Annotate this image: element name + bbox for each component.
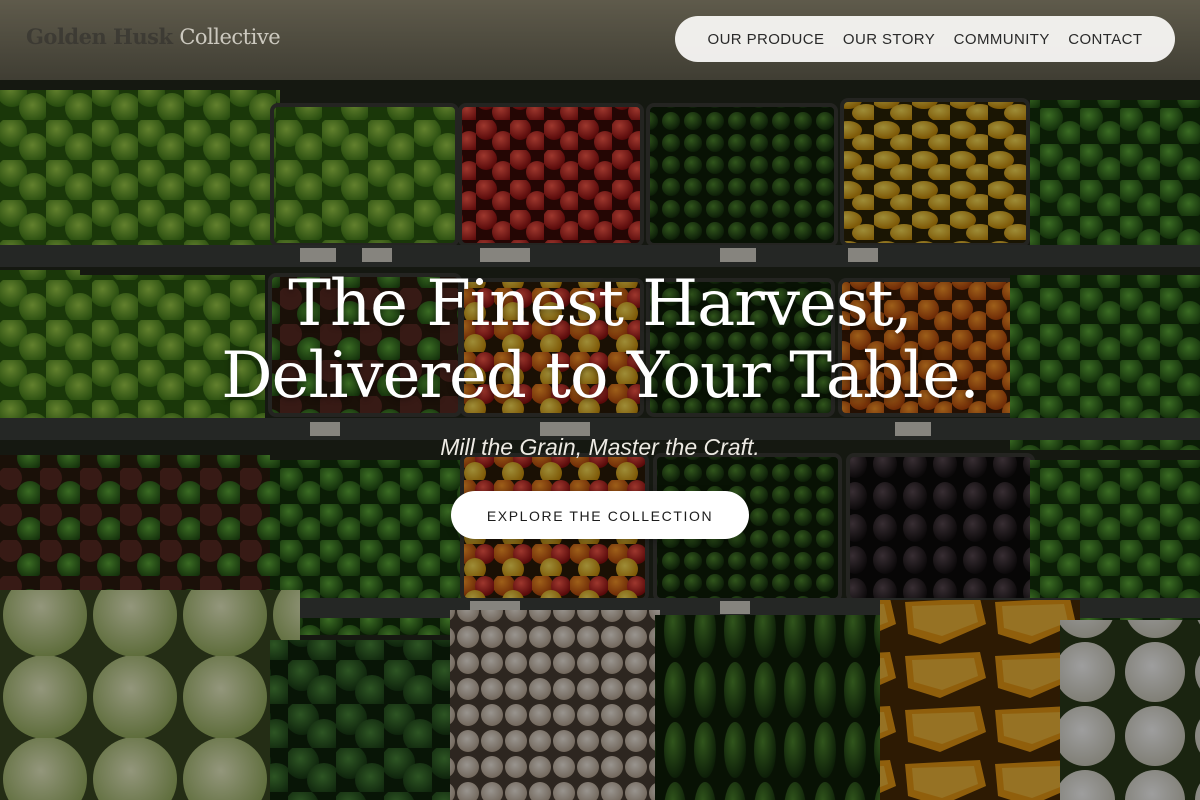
main-nav: OUR PRODUCE OUR STORY COMMUNITY CONTACT xyxy=(675,16,1175,62)
nav-link-our-story[interactable]: OUR STORY xyxy=(843,31,935,48)
explore-collection-button[interactable]: EXPLORE THE COLLECTION xyxy=(451,491,749,539)
nav-link-community[interactable]: COMMUNITY xyxy=(954,31,1050,48)
brand-name-part1: Golden Husk xyxy=(26,24,173,49)
hero-tagline: Mill the Grain, Master the Craft. xyxy=(440,434,760,460)
hero-headline-line2: Delivered to Your Table. xyxy=(221,339,979,413)
brand-logo[interactable]: Golden Husk Collective xyxy=(26,24,281,49)
hero-headline: The Finest Harvest, Delivered to Your Ta… xyxy=(0,268,1200,412)
landing-page: Golden Husk Collective OUR PRODUCE OUR S… xyxy=(0,0,1200,800)
nav-link-contact[interactable]: CONTACT xyxy=(1068,31,1142,48)
hero-headline-line1: The Finest Harvest, xyxy=(288,267,913,341)
hero-section: The Finest Harvest, Delivered to Your Ta… xyxy=(0,268,1200,539)
nav-link-our-produce[interactable]: OUR PRODUCE xyxy=(708,31,825,48)
brand-name-part2: Collective xyxy=(179,25,281,49)
